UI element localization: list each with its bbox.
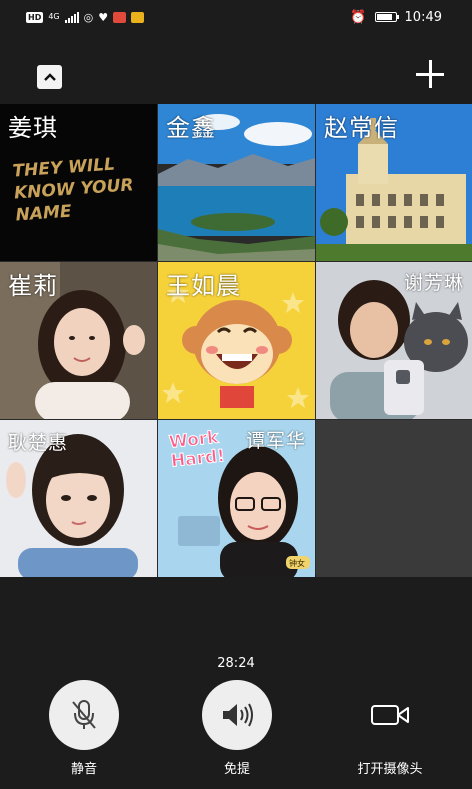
avatar-slogan: THEY WILL KNOW YOUR NAME bbox=[11, 154, 135, 226]
app-notification-icon-2 bbox=[131, 11, 145, 23]
add-participant-button[interactable] bbox=[416, 60, 446, 90]
heart-icon: ♥ bbox=[98, 10, 109, 24]
clock: 10:49 bbox=[404, 9, 442, 25]
mute-control[interactable]: 静音 bbox=[34, 680, 134, 777]
status-icons: HD 4G ◎ ♥ bbox=[26, 10, 145, 24]
participant-tile[interactable]: 赵常信 bbox=[316, 104, 472, 261]
app-notification-icon bbox=[113, 11, 127, 23]
participant-name: 金鑫 bbox=[166, 114, 216, 142]
wifi-icon: ◎ bbox=[83, 10, 94, 24]
video-camera-icon bbox=[371, 705, 409, 725]
participant-name: 耿楚惠 bbox=[8, 432, 69, 454]
avatar-badge: 钟女 bbox=[289, 559, 305, 568]
participant-name: 崔莉 bbox=[8, 272, 58, 300]
participant-tile[interactable]: Work Hard! 钟女 谭军华 bbox=[158, 420, 315, 577]
participant-tile[interactable]: 崔莉 bbox=[0, 262, 157, 419]
participant-name: 王如晨 bbox=[166, 272, 241, 300]
mute-label: 静音 bbox=[70, 762, 97, 777]
network-type: 4G bbox=[48, 12, 60, 21]
speaker-label: 免提 bbox=[223, 762, 250, 777]
call-top-bar bbox=[0, 56, 472, 96]
microphone-muted-icon bbox=[72, 700, 96, 729]
chevron-up-icon bbox=[43, 73, 56, 81]
camera-button[interactable] bbox=[355, 680, 425, 750]
mute-button[interactable] bbox=[49, 680, 119, 750]
avatar-slogan: Work Hard! bbox=[168, 427, 227, 472]
alarm-icon: ⏰ bbox=[350, 9, 367, 25]
participant-name: 谢芳琳 bbox=[404, 272, 465, 294]
battery-icon bbox=[374, 12, 399, 22]
signal-icon bbox=[64, 11, 79, 23]
collapse-button[interactable] bbox=[37, 65, 62, 89]
participant-tile[interactable]: 耿楚惠 bbox=[0, 420, 157, 577]
call-duration: 28:24 bbox=[217, 656, 255, 671]
participant-tile[interactable]: 金鑫 bbox=[158, 104, 315, 261]
participant-name: 谭军华 bbox=[246, 430, 307, 452]
empty-tile bbox=[316, 420, 472, 577]
participant-tile[interactable]: 王如晨 bbox=[158, 262, 315, 419]
speaker-button[interactable] bbox=[202, 680, 272, 750]
participant-grid: THEY WILL KNOW YOUR NAME 姜琪 金鑫 赵常信 崔莉 王如… bbox=[0, 104, 472, 577]
camera-control[interactable]: 打开摄像头 bbox=[340, 680, 440, 777]
participant-tile[interactable]: 谢芳琳 bbox=[316, 262, 472, 419]
participant-name: 姜琪 bbox=[8, 114, 58, 142]
speaker-control[interactable]: 免提 bbox=[187, 680, 287, 777]
speaker-icon bbox=[223, 703, 253, 727]
hd-icon: HD bbox=[26, 11, 44, 23]
status-bar: HD 4G ◎ ♥ ⏰ 10:49 bbox=[0, 0, 472, 34]
participant-name: 赵常信 bbox=[324, 114, 399, 142]
camera-label: 打开摄像头 bbox=[357, 762, 423, 777]
participant-tile[interactable]: THEY WILL KNOW YOUR NAME 姜琪 bbox=[0, 104, 157, 261]
